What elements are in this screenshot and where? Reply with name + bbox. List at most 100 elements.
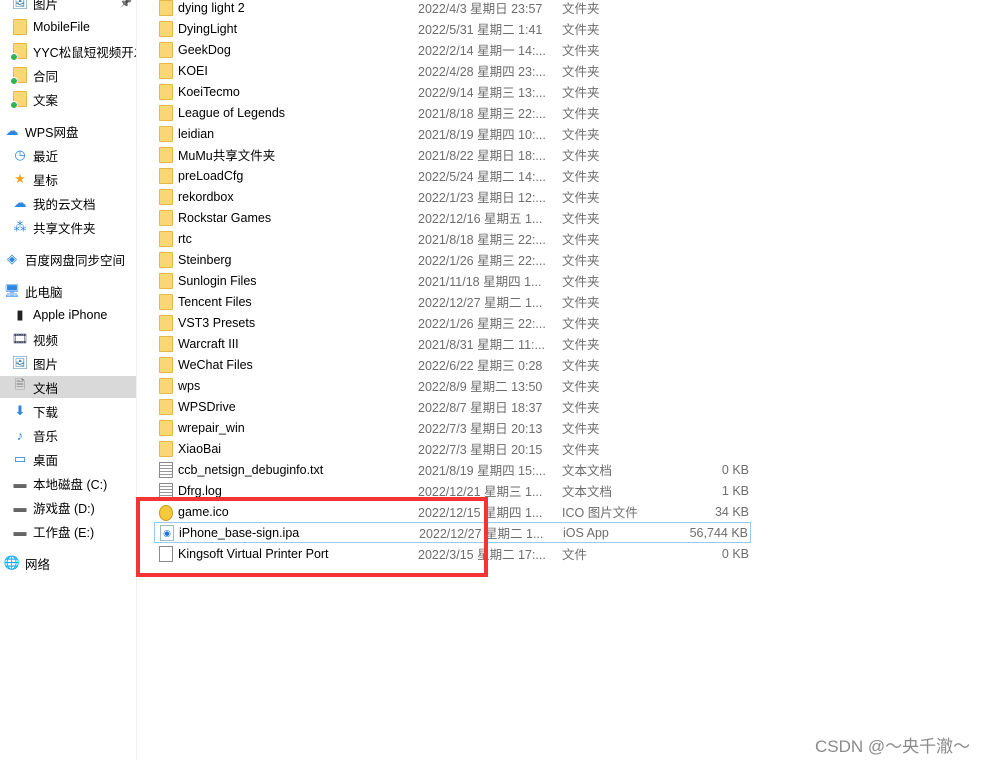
folder-icon	[159, 146, 173, 163]
file-row[interactable]: rekordbox 2022/1/23 星期日 12:... 文件夹	[154, 186, 751, 207]
sidebar-item[interactable]: ▮ Apple iPhone	[0, 304, 136, 326]
file-name: League of Legends	[178, 105, 286, 120]
folder-icon	[159, 209, 173, 226]
documents-icon: 🗎	[14, 377, 26, 392]
file-row[interactable]: Warcraft III 2021/8/31 星期二 11:... 文件夹	[154, 333, 751, 354]
file-row[interactable]: ccb_netsign_debuginfo.txt 2021/8/19 星期四 1…	[154, 459, 751, 480]
drive-icon: ▬	[13, 475, 27, 491]
file-type: 文件夹	[562, 44, 600, 58]
sidebar-item[interactable]: ♪ 音乐	[0, 424, 136, 446]
sidebar-item[interactable]: ★ 星标	[0, 168, 136, 190]
pin-icon[interactable]: 📌	[120, 0, 132, 9]
file-date: 2022/4/3 星期日 23:57	[418, 2, 543, 16]
file-row[interactable]: Dfrg.log 2022/12/21 星期三 1... 文本文档 1 KB	[154, 480, 751, 501]
file-name: Kingsoft Virtual Printer Port	[178, 546, 329, 561]
sidebar-item[interactable]: ▬ 本地磁盘 (C:)	[0, 472, 136, 494]
sidebar-item[interactable]: 🗎 文档	[0, 376, 136, 398]
file-row[interactable]: GeekDog 2022/2/14 星期一 14:... 文件夹	[154, 39, 751, 60]
file-type: 文件夹	[562, 338, 600, 352]
sidebar-item[interactable]: ☁ WPS网盘	[0, 120, 136, 142]
sidebar-item-label: 本地磁盘 (C:)	[33, 477, 108, 492]
sidebar-item[interactable]: ⁂ 共享文件夹	[0, 216, 136, 238]
sidebar-item[interactable]: ⬇ 下载	[0, 400, 136, 422]
file-date: 2022/1/23 星期日 12:...	[418, 191, 546, 205]
sidebar-item[interactable]: 🌐 网络	[0, 552, 136, 574]
file-row[interactable]: preLoadCfg 2022/5/24 星期二 14:... 文件夹	[154, 165, 751, 186]
sidebar-item[interactable]: ◈ 百度网盘同步空间	[0, 248, 136, 270]
sidebar-item-label: 工作盘 (E:)	[33, 525, 95, 540]
folder-icon	[159, 398, 173, 415]
file-row[interactable]: dying light 2 2022/4/3 星期日 23:57 文件夹	[154, 0, 751, 18]
star-icon: ★	[14, 171, 26, 186]
file-row[interactable]: wps 2022/8/9 星期二 13:50 文件夹	[154, 375, 751, 396]
file-date: 2021/8/18 星期三 22:...	[418, 107, 546, 121]
file-row[interactable]: WPSDrive 2022/8/7 星期日 18:37 文件夹	[154, 396, 751, 417]
sidebar-item[interactable]: ▬ 工作盘 (E:)	[0, 520, 136, 542]
file-row[interactable]: leidian 2021/8/19 星期四 10:... 文件夹	[154, 123, 751, 144]
file-row[interactable]: wrepair_win 2022/7/3 星期日 20:13 文件夹	[154, 417, 751, 438]
file-row[interactable]: Kingsoft Virtual Printer Port 2022/3/15 星…	[154, 543, 751, 564]
sidebar-item[interactable]: YYC松鼠短视频开发	[0, 40, 136, 62]
file-row[interactable]: WeChat Files 2022/6/22 星期三 0:28 文件夹	[154, 354, 751, 375]
file-name: Rockstar Games	[178, 210, 272, 225]
folder-icon	[159, 230, 173, 247]
navigation-pane: 🖼 图片 📌 MobileFile YYC松鼠短视频开发 合同 文案 ☁ WPS网盘 ◷ 最近 ★ 星标…	[0, 0, 137, 760]
sidebar-item[interactable]: ☁ 我的云文档	[0, 192, 136, 214]
file-name: MuMu共享文件夹	[178, 149, 276, 163]
sidebar-item[interactable]: 🖼 图片	[0, 352, 136, 374]
text-file-icon	[159, 482, 173, 499]
baidu-drive-icon: ◈	[7, 251, 17, 266]
sidebar-item[interactable]: ◷ 最近	[0, 144, 136, 166]
sidebar-item-label: 游戏盘 (D:)	[33, 501, 95, 516]
file-type: 文件夹	[562, 65, 600, 79]
folder-synced-icon	[10, 91, 28, 109]
sidebar-item[interactable]: 🖥 此电脑	[0, 280, 136, 302]
sidebar-item[interactable]: 合同	[0, 64, 136, 86]
file-type: 文件夹	[562, 86, 600, 100]
file-type: 文件夹	[562, 401, 600, 415]
sidebar-item[interactable]: 🖼 图片 📌	[0, 0, 136, 14]
folder-icon	[159, 20, 173, 37]
file-row[interactable]: MuMu共享文件夹 2021/8/22 星期日 18:... 文件夹	[154, 144, 751, 165]
file-row[interactable]: Rockstar Games 2022/12/16 星期五 1... 文件夹	[154, 207, 751, 228]
file-row[interactable]: Steinberg 2022/1/26 星期三 22:... 文件夹	[154, 249, 751, 270]
sidebar-item-label: 桌面	[33, 453, 59, 468]
sidebar-item-label: Apple iPhone	[33, 308, 108, 322]
file-type: 文件夹	[562, 359, 600, 373]
file-row[interactable]: Sunlogin Files 2021/11/18 星期四 1... 文件夹	[154, 270, 751, 291]
file-type: 文件夹	[562, 443, 600, 457]
file-date: 2021/8/18 星期三 22:...	[418, 233, 546, 247]
file-date: 2022/7/3 星期日 20:13	[418, 422, 543, 436]
file-date: 2022/9/14 星期三 13:...	[418, 86, 546, 100]
file-row[interactable]: KOEI 2022/4/28 星期四 23:... 文件夹	[154, 60, 751, 81]
file-row[interactable]: XiaoBai 2022/7/3 星期日 20:15 文件夹	[154, 438, 751, 459]
sidebar-item[interactable]: MobileFile	[0, 16, 136, 38]
file-name: VST3 Presets	[178, 315, 256, 330]
file-row[interactable]: KoeiTecmo 2022/9/14 星期三 13:... 文件夹	[154, 81, 751, 102]
drive-icon: ▬	[13, 499, 27, 515]
file-date: 2021/11/18 星期四 1...	[418, 275, 542, 289]
download-icon: ⬇	[14, 403, 26, 418]
sidebar-item-label: 共享文件夹	[33, 221, 96, 236]
sidebar-item-label: 下载	[33, 405, 59, 420]
file-row[interactable]: ◉ iPhone_base-sign.ipa 2022/12/27 星期二 1...…	[154, 522, 751, 543]
folder-synced-icon	[10, 67, 28, 85]
file-row[interactable]: rtc 2021/8/18 星期三 22:... 文件夹	[154, 228, 751, 249]
sidebar-item-label: 合同	[33, 69, 59, 84]
file-date: 2022/4/28 星期四 23:...	[418, 65, 546, 79]
file-date: 2022/12/16 星期五 1...	[418, 212, 543, 226]
folder-icon	[159, 0, 173, 16]
file-name: wps	[178, 378, 201, 393]
file-name: XiaoBai	[178, 441, 222, 456]
file-row[interactable]: League of Legends 2021/8/18 星期三 22:... 文件夹	[154, 102, 751, 123]
file-name: KoeiTecmo	[178, 84, 240, 99]
sidebar-item[interactable]: 🎞 视频	[0, 328, 136, 350]
file-row[interactable]: game.ico 2022/12/15 星期四 1... ICO 图片文件 34 KB	[154, 501, 751, 522]
file-row[interactable]: Tencent Files 2022/12/27 星期二 1... 文件夹	[154, 291, 751, 312]
file-row[interactable]: DyingLight 2022/5/31 星期二 1:41 文件夹	[154, 18, 751, 39]
sidebar-item[interactable]: 文案	[0, 88, 136, 110]
file-type: 文件夹	[562, 422, 600, 436]
sidebar-item[interactable]: ▬ 游戏盘 (D:)	[0, 496, 136, 518]
sidebar-item[interactable]: ▭ 桌面	[0, 448, 136, 470]
file-row[interactable]: VST3 Presets 2022/1/26 星期三 22:... 文件夹	[154, 312, 751, 333]
